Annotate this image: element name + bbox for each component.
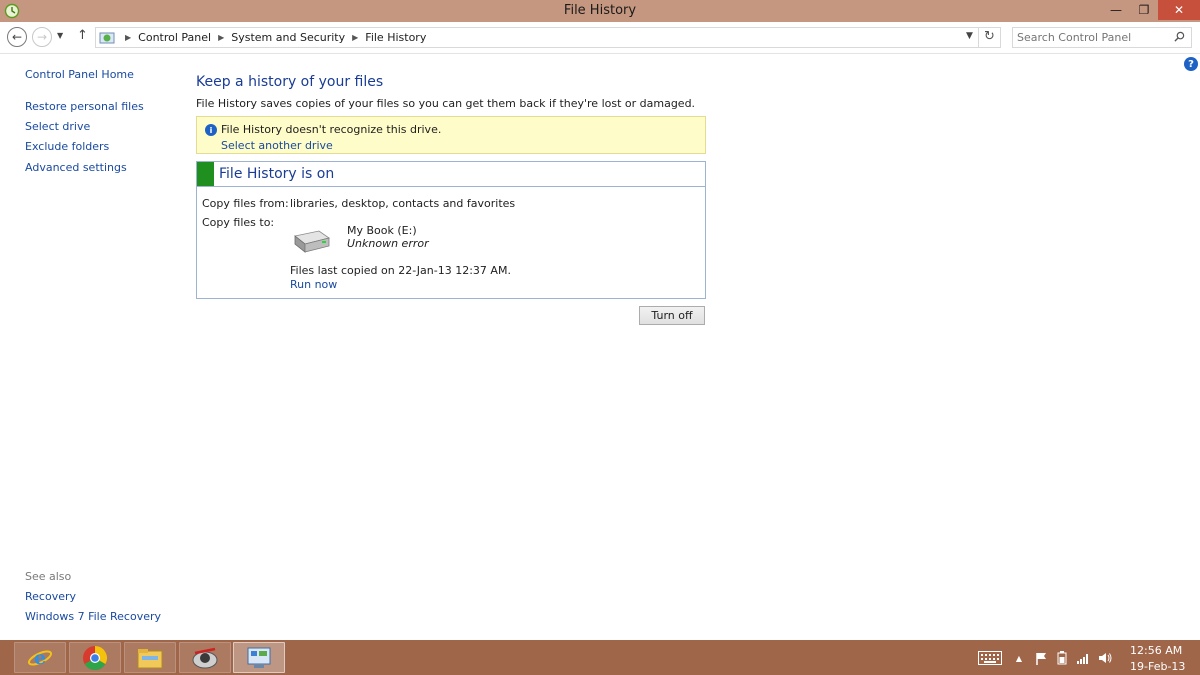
show-hidden-icons-icon[interactable]: ▲ bbox=[1013, 649, 1025, 667]
control-panel-icon bbox=[247, 647, 271, 668]
sidebar-item-advanced-settings[interactable]: Advanced settings bbox=[25, 161, 127, 174]
sidebar-item-control-panel-home[interactable]: Control Panel Home bbox=[25, 68, 134, 81]
clock-time[interactable]: 12:56 AM bbox=[1130, 644, 1182, 657]
internet-explorer-icon: e bbox=[27, 647, 53, 669]
close-button[interactable]: ✕ bbox=[1158, 0, 1200, 20]
external-drive-icon bbox=[294, 230, 330, 253]
taskbar-chrome[interactable] bbox=[69, 642, 121, 673]
last-copied-text: Files last copied on 22-Jan-13 12:37 AM. bbox=[290, 264, 511, 277]
search-box[interactable] bbox=[1012, 27, 1192, 48]
arrow-up-icon: ↑ bbox=[77, 28, 88, 43]
chevron-right-icon[interactable]: ▶ bbox=[218, 33, 224, 42]
power-icon[interactable] bbox=[1054, 649, 1070, 667]
title-bar: File History — ❐ ✕ bbox=[0, 0, 1200, 22]
turn-off-button[interactable]: Turn off bbox=[639, 306, 705, 325]
breadcrumb: ▶ Control Panel ▶ System and Security ▶ … bbox=[118, 31, 426, 44]
refresh-icon[interactable]: ↻ bbox=[984, 29, 995, 44]
drive-notice-banner: i File History doesn't recognize this dr… bbox=[196, 116, 706, 154]
network-signal-icon[interactable] bbox=[1075, 649, 1091, 667]
taskbar-control-panel[interactable] bbox=[233, 642, 285, 673]
forward-button[interactable]: → bbox=[32, 27, 52, 47]
action-center-flag-icon[interactable] bbox=[1033, 649, 1049, 667]
copy-from-value: libraries, desktop, contacts and favorit… bbox=[290, 197, 516, 210]
status-on-indicator bbox=[197, 162, 214, 186]
select-another-drive-link[interactable]: Select another drive bbox=[221, 139, 333, 152]
up-button[interactable]: ↑ bbox=[77, 28, 88, 43]
arrow-left-icon: ← bbox=[11, 30, 23, 44]
copy-to-label: Copy files to: bbox=[202, 216, 275, 229]
address-bar[interactable]: ▶ Control Panel ▶ System and Security ▶ … bbox=[95, 27, 1001, 48]
drive-error: Unknown error bbox=[347, 237, 429, 250]
file-explorer-icon bbox=[137, 648, 163, 668]
sidebar-item-select-drive[interactable]: Select drive bbox=[25, 120, 90, 133]
address-dropdown-icon[interactable]: ▼ bbox=[966, 31, 973, 41]
address-divider bbox=[978, 28, 979, 47]
search-icon[interactable] bbox=[1174, 31, 1185, 42]
notice-message: File History doesn't recognize this driv… bbox=[221, 123, 442, 136]
see-also-windows-7-file-recovery[interactable]: Windows 7 File Recovery bbox=[25, 610, 161, 623]
drive-name: My Book (E:) bbox=[347, 224, 417, 237]
file-history-status-panel: File History is on Copy files from: libr… bbox=[196, 161, 706, 299]
page-title: Keep a history of your files bbox=[196, 74, 384, 90]
copy-from-label: Copy files from: bbox=[202, 197, 289, 210]
window-title: File History bbox=[563, 3, 637, 18]
chevron-right-icon: ▶ bbox=[125, 33, 132, 42]
chevron-down-icon: ▼ bbox=[57, 31, 64, 40]
restore-button[interactable]: ❐ bbox=[1130, 0, 1158, 20]
volume-icon[interactable] bbox=[1097, 649, 1113, 667]
status-header: File History is on bbox=[197, 162, 705, 187]
svg-text:e: e bbox=[34, 647, 46, 669]
back-button[interactable]: ← bbox=[7, 27, 27, 47]
arrow-right-icon: → bbox=[36, 30, 48, 44]
minimize-button[interactable]: — bbox=[1102, 0, 1130, 20]
touch-keyboard-icon[interactable] bbox=[977, 649, 1003, 667]
taskbar-backup-app[interactable] bbox=[179, 642, 231, 673]
search-input[interactable] bbox=[1017, 30, 1165, 45]
see-also-recovery[interactable]: Recovery bbox=[25, 590, 76, 603]
page-description: File History saves copies of your files … bbox=[196, 97, 696, 110]
status-title: File History is on bbox=[219, 166, 335, 182]
sidebar-item-restore-personal-files[interactable]: Restore personal files bbox=[25, 100, 144, 113]
sidebar-item-exclude-folders[interactable]: Exclude folders bbox=[25, 140, 109, 153]
recent-locations-button[interactable]: ▼ bbox=[57, 31, 63, 40]
taskbar-internet-explorer[interactable]: e bbox=[14, 642, 66, 673]
breadcrumb-control-panel[interactable]: Control Panel bbox=[138, 31, 211, 44]
see-also-label: See also bbox=[25, 570, 72, 583]
breadcrumb-file-history[interactable]: File History bbox=[365, 31, 426, 44]
clock-date[interactable]: 19-Feb-13 bbox=[1130, 660, 1185, 673]
backup-app-icon bbox=[192, 647, 218, 668]
chevron-right-icon[interactable]: ▶ bbox=[352, 33, 358, 42]
info-icon: i bbox=[205, 124, 217, 136]
chrome-icon bbox=[83, 645, 107, 670]
control-panel-icon bbox=[99, 32, 115, 44]
run-now-link[interactable]: Run now bbox=[290, 278, 337, 291]
taskbar-file-explorer[interactable] bbox=[124, 642, 176, 673]
navigation-bar: ← → ▼ ↑ ▶ Control Panel ▶ System and Sec… bbox=[0, 22, 1200, 54]
breadcrumb-system-and-security[interactable]: System and Security bbox=[231, 31, 345, 44]
help-icon[interactable]: ? bbox=[1184, 57, 1198, 71]
